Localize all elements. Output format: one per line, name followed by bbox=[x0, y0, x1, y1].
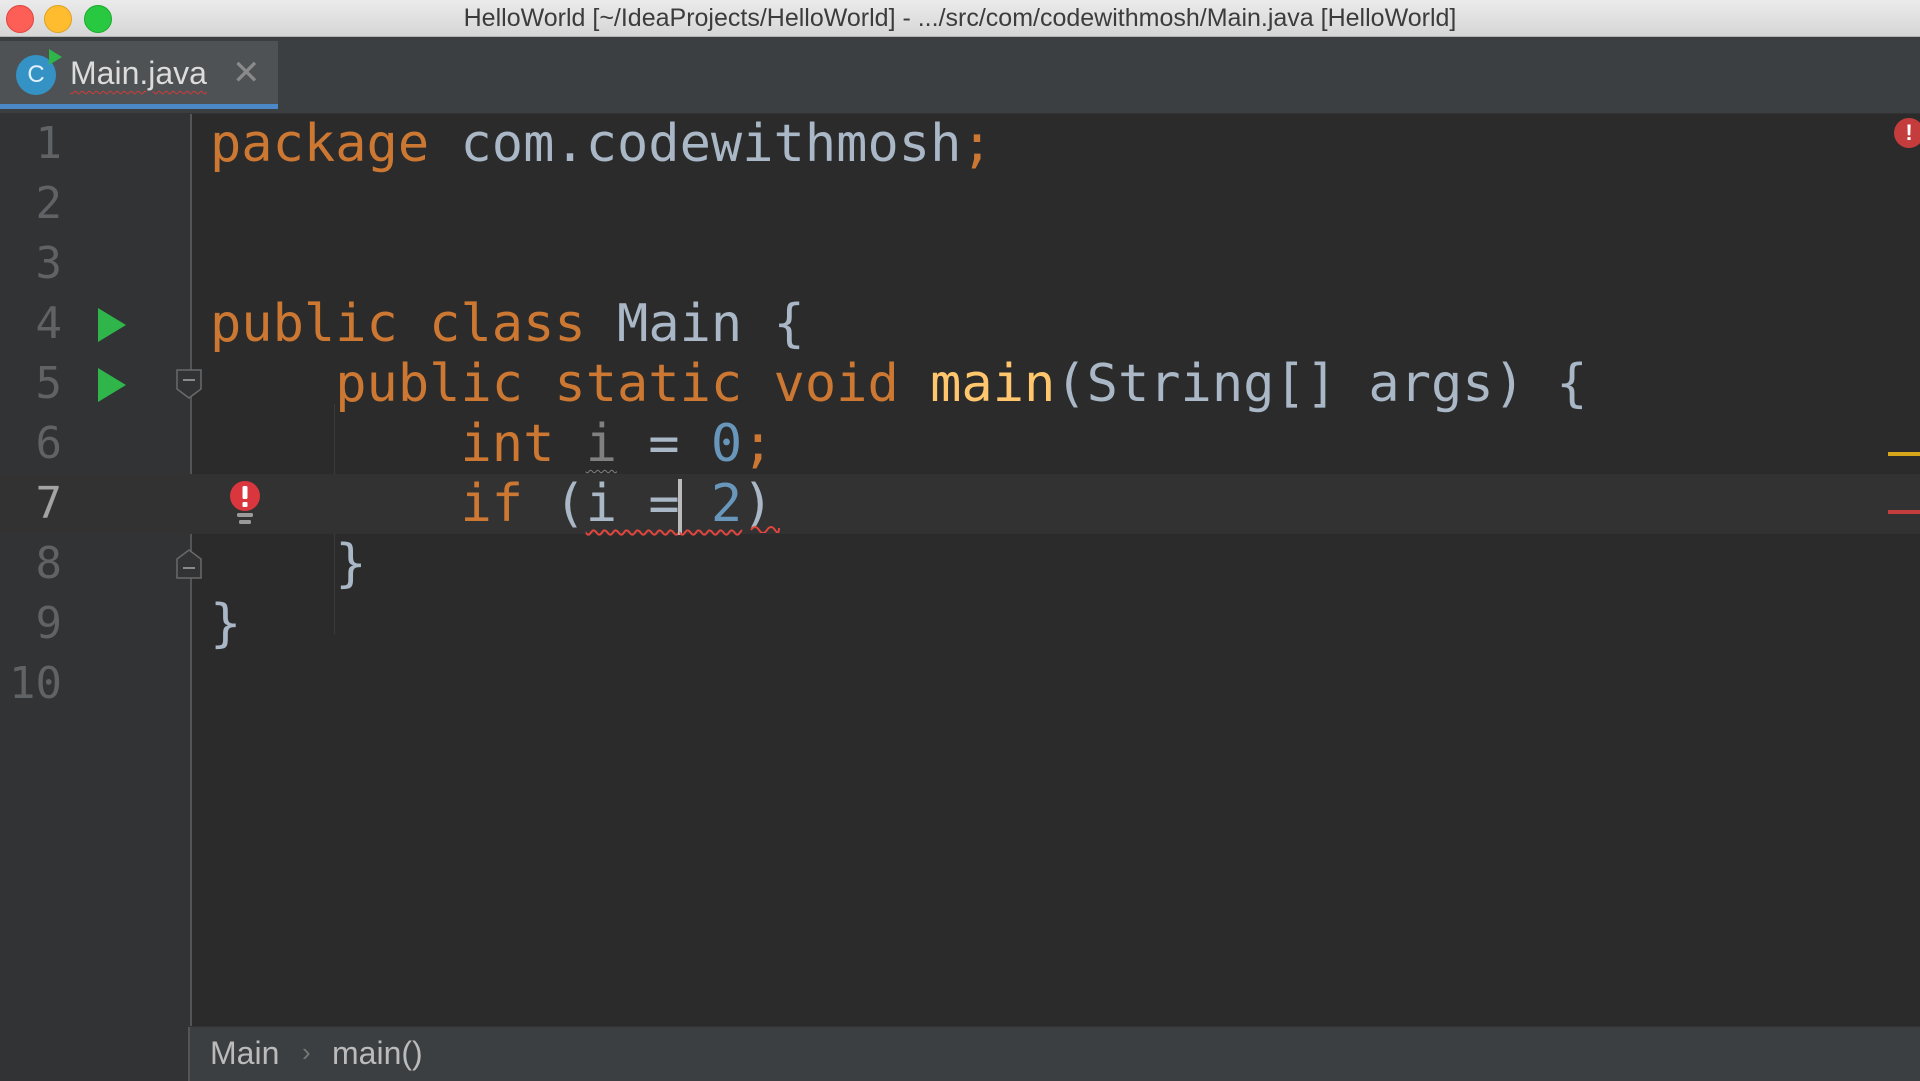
code-line: 6 int i = 0; bbox=[0, 414, 1920, 474]
keyword: public bbox=[335, 354, 524, 414]
code-line: 9 } bbox=[0, 594, 1920, 654]
code-line: 1 package com.codewithmosh; bbox=[0, 114, 1920, 174]
line-number: 2 bbox=[35, 178, 63, 229]
keyword: void bbox=[773, 354, 899, 414]
runnable-mark-icon bbox=[49, 49, 62, 65]
line-number: 6 bbox=[35, 418, 63, 469]
closing-brace: } bbox=[210, 594, 242, 654]
code-line: 4 public class Main { bbox=[0, 294, 1920, 354]
code-text[interactable]: } bbox=[210, 594, 241, 654]
line-number: 9 bbox=[35, 598, 63, 649]
editor-tab-bar: C Main.java ✕ bbox=[0, 37, 1920, 114]
line-number: 1 bbox=[35, 118, 63, 169]
operator: = bbox=[617, 414, 711, 474]
keyword: if bbox=[460, 474, 524, 534]
line-number: 10 bbox=[9, 658, 62, 709]
missing-statement-error-squiggle bbox=[750, 526, 780, 533]
semicolon: ; bbox=[742, 414, 774, 474]
package-name: com.codewithmosh bbox=[429, 114, 962, 174]
tab-main-java[interactable]: C Main.java ✕ bbox=[0, 41, 278, 109]
line-number: 8 bbox=[35, 538, 63, 589]
tab-label: Main.java bbox=[70, 55, 207, 91]
line-number: 5 bbox=[35, 358, 63, 409]
code-line: 2 bbox=[0, 174, 1920, 234]
code-line: 10 bbox=[0, 654, 1920, 714]
breadcrumb-item-main-class[interactable]: Main bbox=[210, 1035, 279, 1072]
code-text[interactable]: int i = 0; bbox=[210, 414, 774, 474]
method-name: main bbox=[930, 354, 1056, 414]
code-line: 5 public static void main(String[] args)… bbox=[0, 354, 1920, 414]
run-class-icon[interactable] bbox=[98, 308, 126, 342]
class-name: Main { bbox=[585, 294, 805, 354]
semicolon: ; bbox=[961, 114, 993, 174]
method-params: (String[] args) { bbox=[1055, 354, 1588, 414]
unused-variable: i bbox=[585, 414, 617, 474]
code-text[interactable]: } bbox=[210, 534, 367, 594]
error-operand: i = bbox=[585, 474, 680, 534]
keyword: static bbox=[554, 354, 743, 414]
breadcrumb-item-main-method[interactable]: main() bbox=[332, 1035, 423, 1072]
title-bar: HelloWorld [~/IdeaProjects/HelloWorld] -… bbox=[0, 0, 1920, 37]
code-editor[interactable]: 1 package com.codewithmosh; 2 3 4 public… bbox=[0, 114, 1920, 1026]
code-text[interactable]: if (i = 2) bbox=[210, 474, 774, 535]
code-line-current: 7 if (i = 2) bbox=[0, 474, 1920, 535]
java-class-icon: C bbox=[16, 49, 62, 95]
code-text[interactable]: public class Main { bbox=[210, 294, 805, 354]
breadcrumb-separator: › bbox=[302, 1037, 311, 1067]
code-line: 8 } bbox=[0, 534, 1920, 594]
code-line: 3 bbox=[0, 234, 1920, 294]
number-literal: 0 bbox=[710, 414, 743, 474]
line-number: 4 bbox=[35, 298, 63, 349]
run-method-icon[interactable] bbox=[98, 368, 126, 402]
keyword: package bbox=[210, 114, 430, 174]
keyword: int bbox=[460, 414, 555, 474]
breadcrumb: Main › main() bbox=[0, 1026, 1920, 1081]
java-class-icon-letter: C bbox=[27, 61, 45, 88]
fold-end-icon[interactable] bbox=[176, 549, 202, 579]
code-text[interactable]: package com.codewithmosh; bbox=[210, 114, 993, 174]
keyword: class bbox=[429, 294, 586, 354]
line-number: 3 bbox=[35, 238, 63, 289]
error-stripe-mark[interactable] bbox=[1888, 510, 1920, 514]
keyword: public bbox=[210, 294, 398, 354]
tab-close-icon[interactable]: ✕ bbox=[232, 53, 261, 93]
breadcrumb-gutter bbox=[0, 1027, 190, 1081]
fold-icon[interactable] bbox=[176, 369, 202, 399]
warning-stripe-mark[interactable] bbox=[1888, 452, 1920, 456]
line-number: 7 bbox=[35, 478, 63, 529]
number-literal: 2 bbox=[679, 474, 743, 534]
window-title: HelloWorld [~/IdeaProjects/HelloWorld] -… bbox=[463, 4, 1457, 32]
open-paren: ( bbox=[523, 474, 586, 534]
error-expression: i = 2 bbox=[585, 474, 743, 535]
error-status-badge[interactable]: ! bbox=[1894, 118, 1920, 148]
code-text[interactable]: public static void main(String[] args) { bbox=[210, 354, 1588, 414]
closing-brace: } bbox=[335, 534, 367, 594]
